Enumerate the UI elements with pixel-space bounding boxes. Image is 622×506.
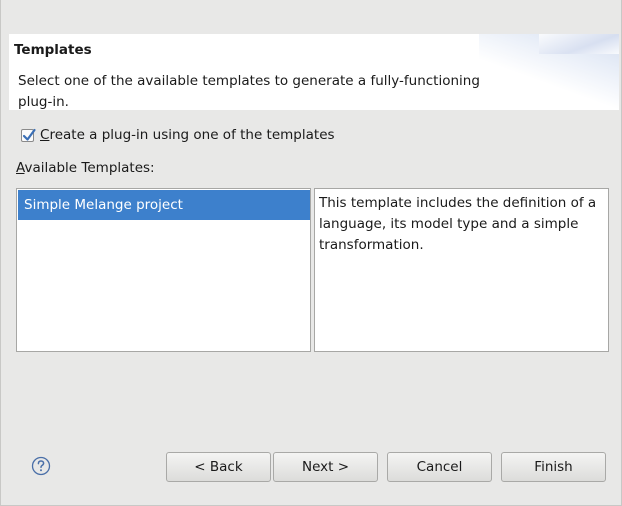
page-description: Select one of the available templates to… (18, 73, 480, 110)
help-icon[interactable] (31, 456, 51, 476)
use-template-option[interactable]: Create a plug-in using one of the templa… (21, 126, 335, 144)
templates-list[interactable]: Simple Melange project (16, 188, 311, 352)
use-template-label[interactable]: Create a plug-in using one of the templa… (40, 127, 335, 143)
available-templates-label: Available Templates: (16, 160, 155, 176)
back-button[interactable]: < Back (166, 452, 271, 482)
finish-button[interactable]: Finish (501, 452, 606, 482)
next-button[interactable]: Next > (273, 452, 378, 482)
checkmark-icon (22, 128, 36, 141)
wizard-dialog: Templates Select one of the available te… (0, 0, 622, 506)
dialog-top-strip (1, 0, 621, 34)
use-template-checkbox[interactable] (21, 128, 36, 142)
list-item-simple-melange-project[interactable]: Simple Melange project (18, 190, 310, 220)
template-description: This template includes the definition of… (314, 188, 609, 352)
page-title: Templates (14, 42, 92, 58)
wizard-header: Templates Select one of the available te… (9, 34, 619, 110)
cancel-button[interactable]: Cancel (387, 452, 492, 482)
